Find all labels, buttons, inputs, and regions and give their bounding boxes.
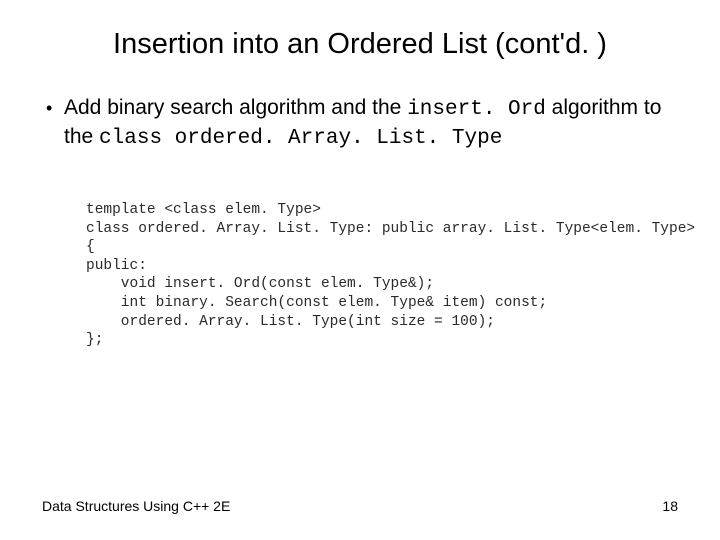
- bullet-dot-icon: •: [46, 95, 64, 121]
- code-block: template <class elem. Type> class ordere…: [86, 183, 684, 368]
- bullet-code-2: class ordered. Array. List. Type: [99, 127, 502, 150]
- code-line-3: {: [86, 239, 95, 255]
- bullet-prefix: Add binary search algorithm and the: [64, 96, 407, 119]
- code-line-8: };: [86, 332, 103, 348]
- bullet-text: Add binary search algorithm and the inse…: [64, 95, 674, 153]
- slide: Insertion into an Ordered List (cont'd. …: [0, 0, 720, 540]
- code-line-5: void insert. Ord(const elem. Type&);: [86, 276, 434, 292]
- code-line-1: template <class elem. Type>: [86, 202, 321, 218]
- bullet-item: • Add binary search algorithm and the in…: [46, 95, 674, 153]
- footer-left: Data Structures Using C++ 2E: [42, 498, 230, 514]
- code-line-2: class ordered. Array. List. Type: public…: [86, 221, 695, 237]
- code-line-7: ordered. Array. List. Type(int size = 10…: [86, 314, 495, 330]
- code-line-6: int binary. Search(const elem. Type& ite…: [86, 295, 547, 311]
- page-number: 18: [662, 498, 678, 514]
- slide-title: Insertion into an Ordered List (cont'd. …: [36, 28, 684, 61]
- footer: Data Structures Using C++ 2E 18: [42, 498, 678, 514]
- bullet-code-1: insert. Ord: [407, 98, 546, 121]
- code-line-4: public:: [86, 258, 147, 274]
